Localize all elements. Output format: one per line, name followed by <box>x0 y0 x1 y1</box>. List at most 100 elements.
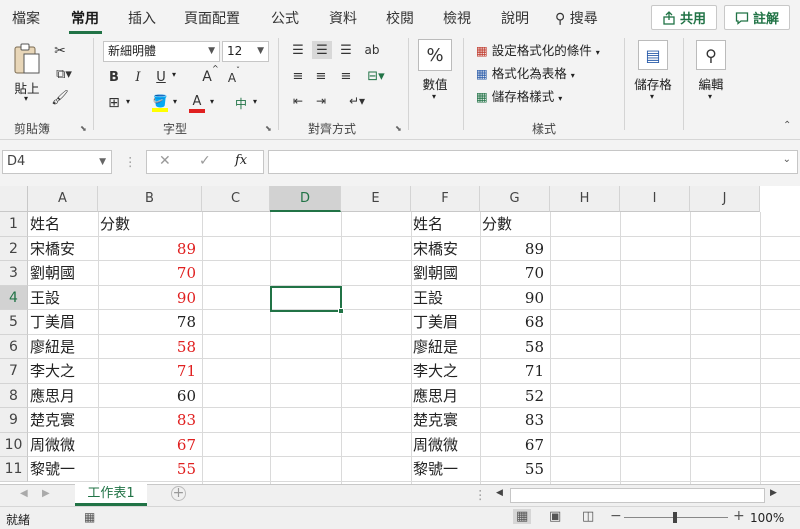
increase-indent-icon[interactable]: ⇥ <box>312 92 330 110</box>
column-header-f[interactable]: F <box>411 186 480 212</box>
wrap-text-icon[interactable]: ↵▾ <box>343 92 371 110</box>
decrease-indent-icon[interactable]: ⇤ <box>289 92 307 110</box>
cell-score[interactable]: 90 <box>98 286 202 310</box>
column-header-g[interactable]: G <box>480 186 550 212</box>
cell-score[interactable]: 55 <box>98 457 202 481</box>
row-header-5[interactable]: 5 <box>0 310 28 335</box>
cell-score[interactable]: 71 <box>98 359 202 383</box>
column-header-e[interactable]: E <box>341 186 411 212</box>
cell-score[interactable]: 70 <box>480 261 550 285</box>
editing-dropdown-icon[interactable]: ▾ <box>708 92 712 101</box>
enter-icon[interactable]: ✓ <box>199 153 211 169</box>
zoom-out-icon[interactable]: − <box>610 508 622 524</box>
cell-header-name[interactable]: 姓名 <box>28 212 98 236</box>
number-button[interactable]: 數值 <box>418 74 452 93</box>
row-header-6[interactable]: 6 <box>0 334 28 359</box>
cell-name[interactable]: 丁美眉 <box>28 310 98 334</box>
column-header-c[interactable]: C <box>202 186 270 212</box>
share-button[interactable]: 共用 <box>651 5 717 30</box>
normal-view-icon[interactable]: ▦ <box>513 509 532 524</box>
cell-name[interactable]: 廖紐是 <box>28 335 98 359</box>
fill-handle[interactable] <box>338 307 344 314</box>
align-right-icon[interactable]: ≡ <box>337 67 355 85</box>
scroll-right-icon[interactable]: ▶ <box>770 488 777 498</box>
tab-review[interactable]: 校閱 <box>386 8 414 28</box>
cell-name[interactable]: 宋橋安 <box>28 237 98 261</box>
tab-insert[interactable]: 插入 <box>128 8 156 28</box>
cell-name[interactable]: 李大之 <box>28 359 98 383</box>
font-name-select[interactable]: 新細明體 ▼ <box>103 41 220 62</box>
column-header-j[interactable]: J <box>690 186 760 212</box>
row-header-7[interactable]: 7 <box>0 359 28 384</box>
prev-sheet-icon[interactable]: ◀ <box>20 488 28 499</box>
cell-score[interactable]: 52 <box>480 384 550 408</box>
alignment-launcher-icon[interactable]: ⬊ <box>395 124 402 133</box>
cells-dropdown-icon[interactable]: ▾ <box>650 92 654 101</box>
clipboard-launcher-icon[interactable]: ⬊ <box>80 124 87 133</box>
cell-header-score[interactable]: 分數 <box>480 212 550 236</box>
horizontal-scrollbar[interactable] <box>510 488 765 503</box>
format-as-table-button[interactable]: ▦ 格式化為表格 ▾ <box>476 63 575 82</box>
fill-color-button[interactable]: 🪣 <box>150 92 170 114</box>
row-header-9[interactable]: 9 <box>0 408 28 433</box>
column-header-a[interactable]: A <box>28 186 98 212</box>
cell-score[interactable]: 67 <box>98 433 202 457</box>
cell-name[interactable]: 王設 <box>411 286 480 310</box>
cell-score[interactable]: 67 <box>480 433 550 457</box>
cell-name[interactable]: 宋橋安 <box>411 237 480 261</box>
cell-score[interactable]: 83 <box>98 408 202 432</box>
tab-formulas[interactable]: 公式 <box>271 8 299 28</box>
phonetic-button[interactable]: 中 <box>232 94 250 112</box>
cell-score[interactable]: 78 <box>98 310 202 334</box>
add-sheet-button[interactable]: + <box>171 486 186 501</box>
tab-help[interactable]: 說明 <box>501 8 529 28</box>
borders-icon[interactable]: ⊞ <box>104 94 124 112</box>
row-header-10[interactable]: 10 <box>0 432 28 457</box>
column-header-b[interactable]: B <box>98 186 202 212</box>
cell-score[interactable]: 83 <box>480 408 550 432</box>
cell-name[interactable]: 周微微 <box>28 433 98 457</box>
row-header-1[interactable]: 1 <box>0 212 28 237</box>
align-left-icon[interactable]: ≡ <box>289 67 307 85</box>
cells-button[interactable]: 儲存格 <box>631 74 675 93</box>
format-painter-icon[interactable]: 🖌 <box>50 89 70 107</box>
orientation-icon[interactable]: ab <box>363 41 381 59</box>
next-sheet-icon[interactable]: ▶ <box>42 488 50 499</box>
italic-button[interactable]: I <box>130 68 146 86</box>
cancel-icon[interactable]: ✕ <box>159 153 171 169</box>
cell-name[interactable]: 黎號一 <box>28 457 98 481</box>
worksheet-grid[interactable]: ABCDEFGHIJ 1 2 3 4 5 6 7 8 9 10 11 姓名 分數 宋橋安 89 劉朝國 70 王… <box>0 186 800 484</box>
zoom-slider-thumb[interactable] <box>673 512 677 523</box>
paste-dropdown-icon[interactable]: ▾ <box>24 94 28 103</box>
row-header-2[interactable]: 2 <box>0 236 28 261</box>
cell-name[interactable]: 廖紐是 <box>411 335 480 359</box>
row-header-3[interactable]: 3 <box>0 261 28 286</box>
cell-score[interactable]: 90 <box>480 286 550 310</box>
column-header-d[interactable]: D <box>270 186 341 212</box>
font-color-button[interactable]: A <box>187 92 207 114</box>
cell-score[interactable]: 68 <box>480 310 550 334</box>
phonetic-dropdown-icon[interactable]: ▾ <box>253 97 257 106</box>
collapse-ribbon-icon[interactable]: ⌃ <box>783 120 791 131</box>
copy-icon[interactable]: ⧉▾ <box>50 65 78 83</box>
number-dropdown-icon[interactable]: ▾ <box>432 92 436 101</box>
cell-score[interactable]: 58 <box>98 335 202 359</box>
fill-dropdown-icon[interactable]: ▾ <box>173 97 177 106</box>
column-header-i[interactable]: I <box>620 186 690 212</box>
tab-data[interactable]: 資料 <box>329 8 357 28</box>
cell-name[interactable]: 楚克寰 <box>411 408 480 432</box>
cell-name[interactable]: 黎號一 <box>411 457 480 481</box>
cell-name[interactable]: 劉朝國 <box>411 261 480 285</box>
select-all-corner[interactable] <box>0 186 28 212</box>
zoom-level[interactable]: 100% <box>750 511 784 525</box>
align-middle-icon[interactable]: ☰ <box>312 41 332 59</box>
tab-home[interactable]: 常用 <box>71 8 99 28</box>
cell-score[interactable]: 58 <box>480 335 550 359</box>
row-header-11[interactable]: 11 <box>0 457 28 482</box>
editing-search-icon[interactable]: ⚲ <box>696 40 726 70</box>
expand-formula-icon[interactable]: ⌄ <box>783 154 791 165</box>
row-header-4[interactable]: 4 <box>0 285 28 310</box>
font-size-select[interactable]: 12 ▼ <box>222 41 269 62</box>
scroll-left-icon[interactable]: ◀ <box>496 488 503 498</box>
cell-score[interactable]: 89 <box>480 237 550 261</box>
